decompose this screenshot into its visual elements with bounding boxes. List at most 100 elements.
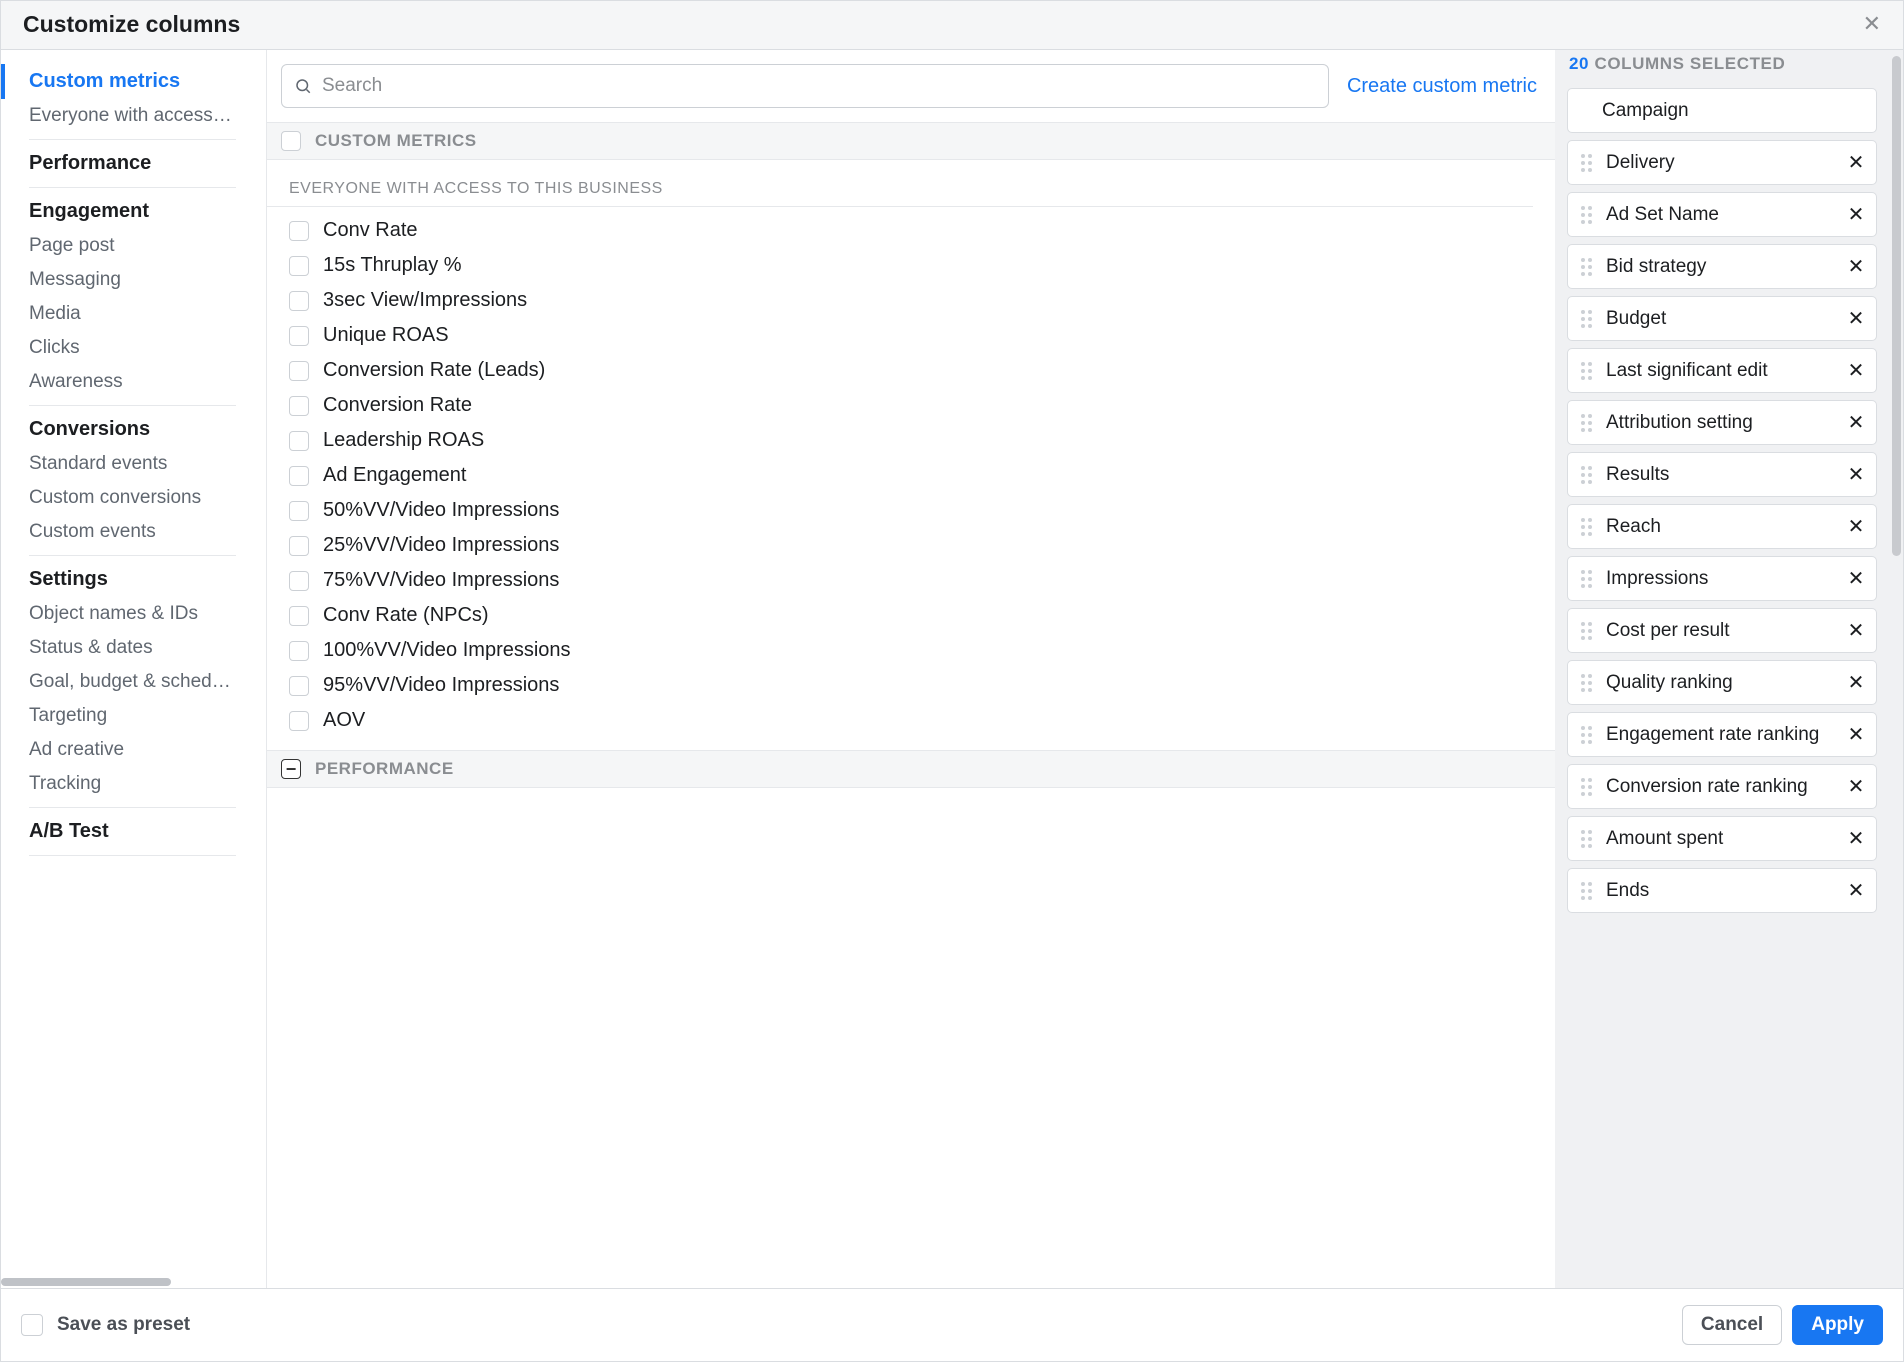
metric-row[interactable]: 25%VV/Video Impressions: [289, 528, 1533, 563]
remove-column-icon[interactable]: ✕: [1844, 567, 1868, 591]
sidebar-item[interactable]: Ad creative: [29, 733, 236, 767]
section-header[interactable]: CUSTOM METRICS: [267, 122, 1555, 160]
drag-handle-icon[interactable]: [1576, 201, 1596, 229]
metric-row[interactable]: Conversion Rate (Leads): [289, 353, 1533, 388]
selected-column[interactable]: Cost per result✕: [1567, 608, 1877, 653]
drag-handle-icon[interactable]: [1576, 669, 1596, 697]
remove-column-icon[interactable]: ✕: [1844, 723, 1868, 747]
remove-column-icon[interactable]: ✕: [1844, 827, 1868, 851]
selected-scrollbar[interactable]: [1889, 50, 1903, 1288]
drag-handle-icon[interactable]: [1576, 253, 1596, 281]
metric-checkbox[interactable]: [289, 396, 309, 416]
remove-column-icon[interactable]: ✕: [1844, 671, 1868, 695]
metric-checkbox[interactable]: [289, 641, 309, 661]
cancel-button[interactable]: Cancel: [1682, 1305, 1782, 1345]
drag-handle-icon[interactable]: [1576, 461, 1596, 489]
search-input[interactable]: [312, 75, 1316, 97]
selected-column[interactable]: Campaign: [1567, 88, 1877, 133]
selected-column[interactable]: Last significant edit✕: [1567, 348, 1877, 393]
drag-handle-icon[interactable]: [1576, 149, 1596, 177]
sidebar-item[interactable]: Page post: [29, 229, 236, 263]
sidebar-item[interactable]: Object names & IDs: [29, 597, 236, 631]
sidebar-item[interactable]: Status & dates: [29, 631, 236, 665]
apply-button[interactable]: Apply: [1792, 1305, 1883, 1345]
selected-column[interactable]: Budget✕: [1567, 296, 1877, 341]
metric-row[interactable]: 95%VV/Video Impressions: [289, 668, 1533, 703]
metric-row[interactable]: 15s Thruplay %: [289, 248, 1533, 283]
drag-handle-icon[interactable]: [1576, 305, 1596, 333]
sidebar-heading[interactable]: Engagement: [29, 194, 236, 229]
remove-column-icon[interactable]: ✕: [1844, 255, 1868, 279]
remove-column-icon[interactable]: ✕: [1844, 515, 1868, 539]
metric-row[interactable]: 50%VV/Video Impressions: [289, 493, 1533, 528]
create-custom-metric-link[interactable]: Create custom metric: [1347, 75, 1537, 98]
drag-handle-icon[interactable]: [1576, 357, 1596, 385]
remove-column-icon[interactable]: ✕: [1844, 879, 1868, 903]
selected-column[interactable]: Ends✕: [1567, 868, 1877, 913]
sidebar-item[interactable]: Tracking: [29, 767, 236, 801]
save-as-preset[interactable]: Save as preset: [21, 1314, 190, 1336]
close-icon[interactable]: ✕: [1859, 9, 1885, 39]
remove-column-icon[interactable]: ✕: [1844, 203, 1868, 227]
remove-column-icon[interactable]: ✕: [1844, 307, 1868, 331]
metrics-scroll[interactable]: EVERYONE WITH ACCESS TO THIS BUSINESSCon…: [267, 160, 1555, 750]
metric-row[interactable]: Unique ROAS: [289, 318, 1533, 353]
section-header[interactable]: PERFORMANCE: [267, 750, 1555, 788]
drag-handle-icon[interactable]: [1576, 617, 1596, 645]
drag-handle-icon[interactable]: [1576, 513, 1596, 541]
drag-handle-icon[interactable]: [1576, 877, 1596, 905]
sidebar-heading[interactable]: Performance: [29, 146, 236, 181]
sidebar-item[interactable]: Standard events: [29, 447, 236, 481]
remove-column-icon[interactable]: ✕: [1844, 619, 1868, 643]
metric-row[interactable]: 100%VV/Video Impressions: [289, 633, 1533, 668]
search-field[interactable]: [281, 64, 1329, 108]
metric-checkbox[interactable]: [289, 571, 309, 591]
selected-column[interactable]: Engagement rate ranking✕: [1567, 712, 1877, 757]
drag-handle-icon[interactable]: [1576, 825, 1596, 853]
metric-row[interactable]: Leadership ROAS: [289, 423, 1533, 458]
metric-checkbox[interactable]: [289, 431, 309, 451]
sidebar-item[interactable]: Awareness: [29, 365, 236, 399]
metric-checkbox[interactable]: [289, 711, 309, 731]
sidebar-item[interactable]: Everyone with access to this Business: [29, 99, 236, 133]
metric-row[interactable]: AOV: [289, 703, 1533, 738]
remove-column-icon[interactable]: ✕: [1844, 411, 1868, 435]
sidebar-item[interactable]: Messaging: [29, 263, 236, 297]
remove-column-icon[interactable]: ✕: [1844, 151, 1868, 175]
selected-column[interactable]: Quality ranking✕: [1567, 660, 1877, 705]
sidebar-item[interactable]: Media: [29, 297, 236, 331]
drag-handle-icon[interactable]: [1576, 773, 1596, 801]
sidebar-heading[interactable]: Settings: [29, 562, 236, 597]
remove-column-icon[interactable]: ✕: [1844, 463, 1868, 487]
metric-row[interactable]: 75%VV/Video Impressions: [289, 563, 1533, 598]
section-checkbox[interactable]: [281, 759, 301, 779]
sidebar-scrollbar[interactable]: [1, 1276, 266, 1288]
sidebar-item[interactable]: Goal, budget & schedule: [29, 665, 236, 699]
metric-row[interactable]: Conversion Rate: [289, 388, 1533, 423]
remove-column-icon[interactable]: ✕: [1844, 359, 1868, 383]
metric-checkbox[interactable]: [289, 536, 309, 556]
remove-column-icon[interactable]: ✕: [1844, 775, 1868, 799]
metric-checkbox[interactable]: [289, 466, 309, 486]
selected-column[interactable]: Delivery✕: [1567, 140, 1877, 185]
metric-checkbox[interactable]: [289, 326, 309, 346]
metric-checkbox[interactable]: [289, 256, 309, 276]
selected-column[interactable]: Amount spent✕: [1567, 816, 1877, 861]
sidebar-item[interactable]: Custom conversions: [29, 481, 236, 515]
sidebar-heading[interactable]: A/B Test: [29, 814, 236, 849]
metric-checkbox[interactable]: [289, 291, 309, 311]
section-checkbox[interactable]: [281, 131, 301, 151]
metric-row[interactable]: Conv Rate: [289, 213, 1533, 248]
sidebar-heading[interactable]: Custom metrics: [29, 64, 236, 99]
metric-checkbox[interactable]: [289, 501, 309, 521]
save-preset-checkbox[interactable]: [21, 1314, 43, 1336]
selected-column[interactable]: Attribution setting✕: [1567, 400, 1877, 445]
selected-column[interactable]: Ad Set Name✕: [1567, 192, 1877, 237]
sidebar-item[interactable]: Clicks: [29, 331, 236, 365]
selected-column[interactable]: Impressions✕: [1567, 556, 1877, 601]
metric-checkbox[interactable]: [289, 221, 309, 241]
drag-handle-icon[interactable]: [1576, 721, 1596, 749]
drag-handle-icon[interactable]: [1576, 409, 1596, 437]
metric-row[interactable]: Conv Rate (NPCs): [289, 598, 1533, 633]
metric-checkbox[interactable]: [289, 676, 309, 696]
